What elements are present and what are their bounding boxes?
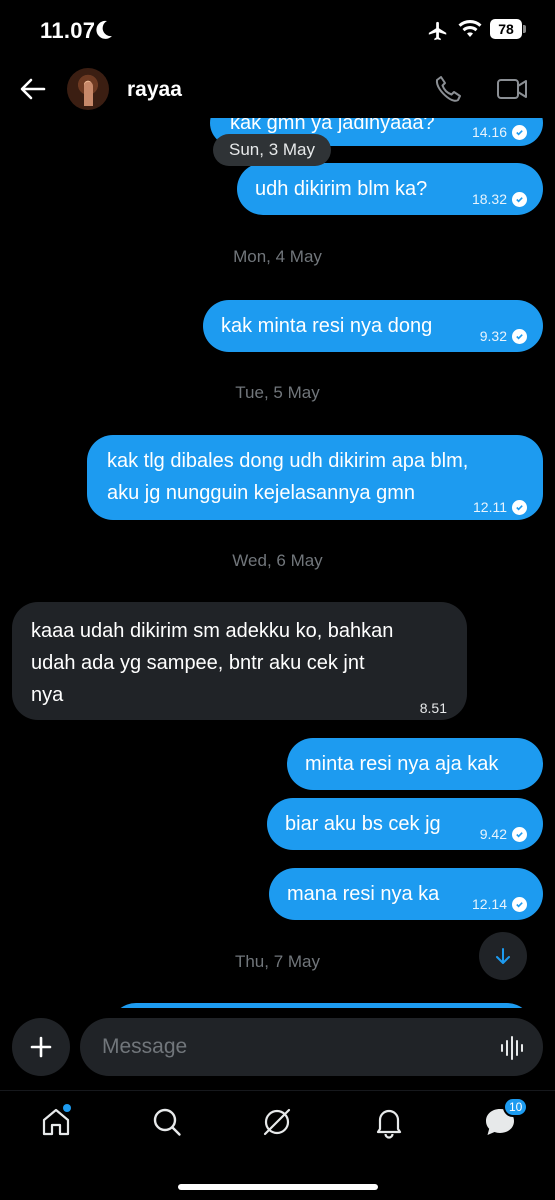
- avatar[interactable]: [67, 68, 109, 110]
- nav-home[interactable]: [39, 1104, 73, 1139]
- attach-button[interactable]: [12, 1018, 70, 1076]
- message-time: 9.42: [479, 826, 507, 842]
- read-check-icon: [512, 826, 527, 842]
- message-text-line: kak tlg dibales dong udh dikirim apa blm…: [107, 450, 469, 472]
- message-text-line: aku jg nungguin kejelasannya gmn: [107, 482, 415, 504]
- read-check-icon: [512, 328, 527, 344]
- grok-icon: [263, 1108, 291, 1136]
- date-separator: Tue, 5 May: [235, 383, 320, 402]
- message-text-line: nya: [31, 684, 64, 706]
- nav-notifications[interactable]: [372, 1105, 406, 1139]
- read-check-icon: [512, 896, 527, 912]
- status-time: 11.07: [40, 18, 96, 43]
- message-text-line: kaaa udah dikirim sm adekku ko, bahkan: [31, 620, 394, 642]
- sticky-date-header: Sun, 3 May: [213, 134, 331, 166]
- message-meta: 8.51: [420, 692, 447, 724]
- arrow-down-icon: [496, 948, 510, 964]
- notification-dot: [63, 1104, 71, 1112]
- message-text: biar aku bs cek jg: [285, 813, 441, 835]
- plus-icon: [30, 1036, 52, 1058]
- video-camera-icon[interactable]: [496, 75, 528, 103]
- message-bubble-outgoing[interactable]: biar aku bs cek jg 9.42: [267, 798, 543, 850]
- conversation-header: rayaa: [0, 62, 555, 118]
- date-separator: Wed, 6 May: [232, 551, 323, 570]
- read-check-icon: [512, 124, 527, 140]
- nav-messages[interactable]: 10: [483, 1097, 529, 1139]
- message-meta: 12.11: [473, 491, 527, 523]
- message-meta: 9.42: [480, 818, 527, 850]
- message-bubble-outgoing[interactable]: kak tlg dibales dong udh dikirim apa blm…: [87, 435, 543, 520]
- message-input[interactable]: [80, 1018, 543, 1076]
- message-text: mana resi nya ka: [287, 883, 440, 905]
- date-separator: Thu, 7 May: [234, 952, 321, 971]
- message-meta: 12.14: [472, 888, 527, 920]
- status-bar: 11.07 78: [0, 0, 555, 62]
- battery-indicator: 78: [490, 19, 526, 39]
- date-separator: Mon, 4 May: [233, 247, 322, 266]
- message-meta: 18.32: [472, 183, 527, 215]
- message-bubble-outgoing[interactable]: mana resi nya ka 12.14: [269, 868, 543, 920]
- read-check-icon: [512, 499, 527, 515]
- message-bubble-outgoing[interactable]: kak minta resi nya dong 9.32: [203, 300, 543, 352]
- composer: [0, 1016, 555, 1080]
- contact-name[interactable]: rayaa: [127, 78, 182, 102]
- wifi-icon: [458, 20, 482, 37]
- message-list[interactable]: kak gmn ya jadinyaaa? 14.16 Sun, 3 May u…: [0, 118, 555, 1008]
- message-time: 14.16: [471, 124, 507, 140]
- search-icon: [153, 1108, 181, 1136]
- voice-wave-icon[interactable]: [500, 1036, 526, 1060]
- messages-badge: 10: [503, 1097, 529, 1117]
- message-text-line: udah ada yg sampee, bntr aku cek jnt: [31, 652, 365, 674]
- scroll-to-bottom-button[interactable]: [479, 932, 527, 980]
- home-indicator: [178, 1184, 378, 1190]
- airplane-icon: [428, 21, 447, 41]
- message-time: 18.32: [471, 191, 507, 207]
- message-text: udh dikirim blm ka?: [255, 178, 428, 200]
- read-check-icon: [512, 191, 527, 207]
- message-time: 12.11: [473, 499, 507, 515]
- nav-grok[interactable]: [260, 1105, 294, 1139]
- back-arrow-icon[interactable]: [18, 74, 48, 104]
- message-meta: 9.32: [480, 320, 527, 352]
- message-time: 12.14: [471, 896, 507, 912]
- message-text: minta resi nya aja kak: [305, 753, 499, 775]
- message-meta: 14.16: [472, 118, 527, 148]
- moon-icon: [96, 20, 112, 39]
- message-bubble-outgoing[interactable]: [110, 1003, 533, 1008]
- message-time: 8.51: [419, 700, 447, 716]
- message-time: 9.32: [479, 328, 507, 344]
- nav-search[interactable]: [150, 1105, 184, 1139]
- message-text: kak minta resi nya dong: [221, 315, 433, 337]
- message-bubble-incoming[interactable]: kaaa udah dikirim sm adekku ko, bahkan u…: [12, 602, 467, 720]
- phone-icon[interactable]: [433, 74, 463, 104]
- message-bubble-outgoing[interactable]: udh dikirim blm ka? 18.32: [237, 163, 543, 215]
- bell-icon: [376, 1109, 402, 1139]
- message-bubble-outgoing[interactable]: minta resi nya aja kak: [287, 738, 543, 790]
